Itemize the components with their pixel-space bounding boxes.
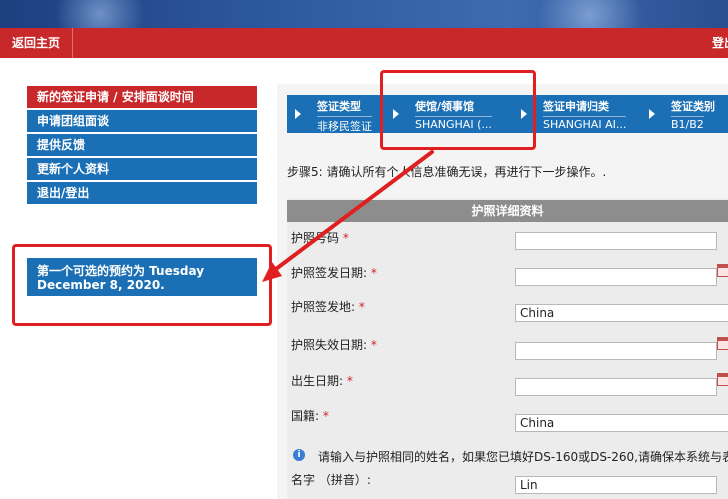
field-label: 护照签发地:: [291, 300, 356, 314]
step-instruction: 步骤5: 请确认所有个人信息准确无误，再进行下一步操作。.: [287, 165, 607, 179]
sidebar-menu: 新的签证申请 / 安排面谈时间 申请团组面谈 提供反馈 更新个人资料 退出/登出: [27, 86, 257, 206]
required-marker: *: [358, 300, 365, 314]
home-link[interactable]: 返回主页: [0, 28, 74, 58]
passport-number-label: 护照号码 *: [291, 229, 349, 246]
passport-expiry-date-input[interactable]: [515, 342, 717, 360]
highlight-consulate-box: [380, 70, 536, 150]
info-icon: i: [293, 449, 305, 461]
required-marker: *: [342, 231, 349, 245]
passport-section-title: 护照详细资料: [287, 200, 728, 222]
passport-number-input[interactable]: [515, 232, 717, 250]
sidebar-item-update-profile[interactable]: 更新个人资料: [27, 158, 257, 180]
calendar-icon[interactable]: [717, 337, 728, 350]
field-label: 出生日期:: [291, 374, 344, 388]
given-name-input[interactable]: [515, 476, 717, 494]
banner-decoration: [40, 0, 160, 28]
step-value: B1/B2: [671, 116, 704, 131]
required-marker: *: [346, 374, 353, 388]
calendar-icon[interactable]: [717, 373, 728, 386]
field-label: 护照失效日期:: [291, 338, 368, 352]
nationality-select[interactable]: China: [515, 414, 728, 432]
passport-issue-place-label: 护照签发地: *: [291, 298, 365, 315]
required-marker: *: [370, 266, 377, 280]
header-banner: [0, 0, 728, 28]
calendar-icon[interactable]: [717, 264, 728, 277]
step-value: 非移民签证: [317, 116, 372, 133]
required-marker: *: [370, 338, 377, 352]
required-marker: *: [322, 409, 329, 423]
birth-date-label: 出生日期: *: [291, 372, 353, 389]
highlight-availability-box: [12, 244, 272, 326]
logout-link[interactable]: 登出: [702, 28, 728, 58]
sidebar-item-logout[interactable]: 退出/登出: [27, 182, 257, 204]
step-title: 签证类别: [671, 100, 715, 113]
passport-issue-date-label: 护照签发日期: *: [291, 264, 377, 281]
sidebar-item-group-interview[interactable]: 申请团组面谈: [27, 110, 257, 132]
birth-date-input[interactable]: [515, 378, 717, 396]
nationality-label: 国籍: *: [291, 407, 329, 424]
sidebar-item-new-application[interactable]: 新的签证申请 / 安排面谈时间: [27, 86, 257, 108]
field-label: 国籍:: [291, 409, 320, 423]
step-arrow-icon: [295, 109, 301, 119]
step-arrow-icon: [649, 109, 655, 119]
passport-expiry-date-label: 护照失效日期: *: [291, 336, 377, 353]
sidebar-item-feedback[interactable]: 提供反馈: [27, 134, 257, 156]
given-name-label: 名字 （拼音）:: [291, 473, 371, 487]
step-title: 签证类型: [317, 100, 361, 113]
name-instruction: 请输入与护照相同的姓名，如果您已填好DS-160或DS-260,请确保本系统与表…: [318, 450, 728, 464]
top-nav-bar: 返回主页 登出: [0, 28, 728, 58]
field-label: 护照号码: [291, 231, 340, 245]
step-title: 签证申请归类: [543, 100, 609, 113]
passport-issue-place-select[interactable]: China: [515, 304, 728, 322]
passport-issue-date-input[interactable]: [515, 268, 717, 286]
field-label: 护照签发日期:: [291, 266, 368, 280]
banner-decoration: [520, 0, 660, 28]
step-value: SHANGHAI AI...: [543, 116, 627, 131]
